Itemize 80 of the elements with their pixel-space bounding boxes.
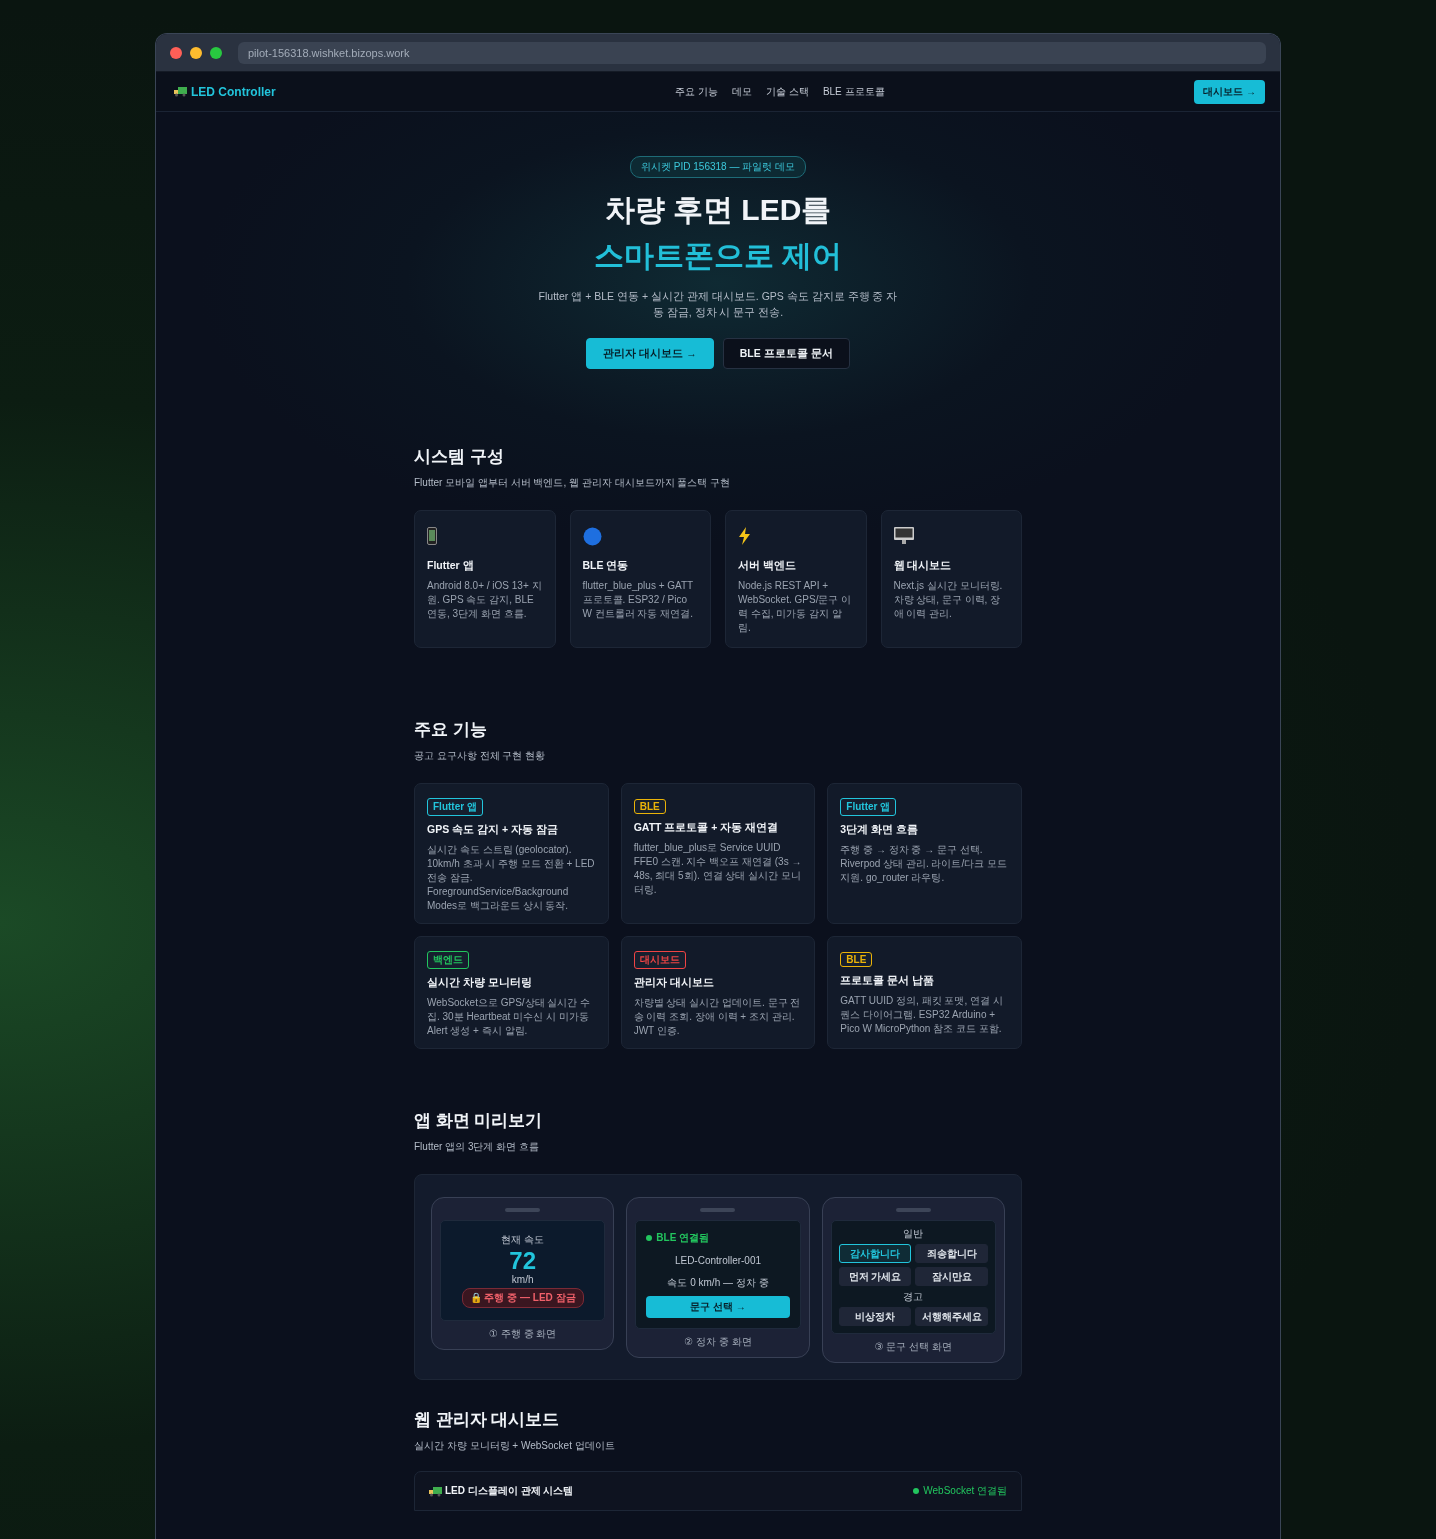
category-tag: BLE: [633, 799, 666, 814]
phone-notch: [700, 1208, 736, 1212]
card-text: Android 8.0+ / iOS 13+ 지원. GPS 속도 감지, BLE 연동, 3단계 화면 흐름.: [427, 579, 543, 621]
hero-title: 차량 후면 LED를: [604, 192, 832, 228]
minimize-icon[interactable]: [190, 46, 202, 59]
phrase-button[interactable]: 먼저 가세요: [838, 1267, 912, 1286]
group-title: 경고: [903, 1290, 924, 1304]
card-title: 웹 대시보드: [893, 559, 953, 573]
category-tag: Flutter 앱: [427, 798, 483, 816]
hero-description: Flutter 앱 + BLE 연동 + 실시간 관제 대시보드. GPS 속도 감지로 주행 중 자동 잠금, 정차 시 문구 전송.: [538, 289, 898, 320]
nav-link[interactable]: 기술 스택: [766, 84, 809, 99]
section-subtitle: Flutter 모바일 앱부터 서버 백엔드, 웹 관리자 대시보드까지 풀스택 구현: [414, 476, 732, 490]
speed-value: 72: [509, 1248, 536, 1274]
card-text: 실시간 속도 스트림 (geolocator). 10km/h 초과 시 주행 모드 전환 + LED 전송 잠금. ForegroundService/Background Modes로 백그라운드 상시 동작.: [427, 843, 596, 913]
screen-caption: ③ 문구 선택 화면: [874, 1340, 952, 1354]
card-title: Flutter 앱: [427, 559, 475, 573]
nav-link[interactable]: 주요 기능: [675, 84, 719, 99]
card-title: 3단계 화면 흐름: [840, 823, 919, 837]
phrase-button[interactable]: 죄송합니다: [915, 1244, 988, 1263]
choose-phrase-button[interactable]: 문구 선택 →: [646, 1296, 790, 1318]
card-title: 프로토콜 문서 납품: [840, 974, 936, 988]
phone-notch: [505, 1208, 541, 1212]
address-bar[interactable]: pilot-156318.wishket.bizops.work: [238, 41, 1266, 64]
dashboard-link-button[interactable]: 관리자 대시보드 →: [586, 338, 714, 369]
phrase-button[interactable]: 감사합니다: [838, 1244, 912, 1263]
card-text: GATT UUID 정의, 패킷 포맷, 연결 시퀀스 다이어그램. ESP32 Arduino + Pico W MicroPython 참조 코드 포함.: [840, 994, 1004, 1036]
truck-icon: [429, 1485, 442, 1497]
category-tag: BLE: [840, 952, 873, 967]
phrase-button[interactable]: 비상정차: [838, 1307, 912, 1326]
close-icon[interactable]: [170, 46, 182, 59]
lock-badge: 🔒 주행 중 — LED 잠금: [461, 1288, 584, 1308]
card-title: GPS 속도 감지 + 자동 잠금: [427, 823, 559, 837]
speed-label: 현재 속도: [501, 1233, 545, 1247]
card-text: Node.js REST API + WebSocket. GPS/문구 이력 수집, 미가동 감지 알림.: [738, 579, 853, 635]
project-badge: 위시켓 PID 156318 — 파일럿 데모: [630, 156, 806, 178]
phone-notch: [895, 1208, 931, 1212]
maximize-icon[interactable]: [210, 46, 222, 59]
phrase-button[interactable]: 서행해주세요: [915, 1307, 988, 1326]
group-title: 일반: [903, 1227, 924, 1241]
card-title: 서버 백엔드: [738, 559, 797, 573]
category-tag: 대시보드: [633, 951, 686, 969]
section-title: 웹 관리자 대시보드: [414, 1409, 561, 1431]
card-text: flutter_blue_plus + GATT 프로토콜. ESP32 / Pico W 컨트롤러 자동 재연결.: [582, 579, 695, 621]
card-text: Next.js 실시간 모니터링. 차량 상태, 문구 이력, 장애 이력 관리.: [893, 579, 1004, 621]
card-text: 주행 중 → 정차 중 → 문구 선택. Riverpod 상태 관리. 라이트/다크 모드 지원. go_router 라우팅.: [840, 843, 1009, 885]
nav-link[interactable]: BLE 프로토콜: [822, 84, 885, 99]
truck-icon: [174, 86, 187, 97]
category-tag: 백엔드: [427, 951, 469, 969]
card-text: 차량별 상태 실시간 업데이트. 문구 전송 이력 조회. 장애 이력 + 조치 관리. JWT 인증.: [633, 996, 802, 1038]
brand-name[interactable]: LED Controller: [191, 84, 276, 99]
docs-button[interactable]: BLE 프로토콜 문서: [722, 338, 850, 369]
phone-icon: [427, 527, 437, 545]
dashboard-button[interactable]: 대시보드 →: [1194, 79, 1265, 104]
section-subtitle: 실시간 차량 모니터링 + WebSocket 업데이트: [414, 1439, 616, 1453]
section-subtitle: 공고 요구사항 전체 구현 현황: [414, 749, 547, 763]
speed-status: 속도 0 km/h — 정차 중: [666, 1276, 770, 1290]
phrase-button[interactable]: 잠시만요: [915, 1267, 988, 1286]
monitor-icon: [893, 527, 914, 544]
screen-caption: ① 주행 중 화면: [489, 1327, 557, 1341]
circle-icon: [582, 527, 602, 546]
section-title: 앱 화면 미리보기: [414, 1110, 544, 1132]
hero-title-accent: 스마트폰으로 제어: [593, 238, 843, 274]
card-text: flutter_blue_plus로 Service UUID FFE0 스캔. 지수 백오프 재연결 (3s → 48s, 최대 5회). 연결 상태 실시간 모니터링.: [633, 841, 803, 897]
card-title: 실시간 차량 모니터링: [427, 976, 533, 990]
lightning-icon: [738, 527, 751, 545]
speed-unit: km/h: [511, 1274, 534, 1285]
category-tag: Flutter 앱: [840, 798, 897, 816]
card-text: WebSocket으로 GPS/상태 실시간 수집. 30분 Heartbeat 미수신 시 미가동 Alert 생성 + 즉시 알림.: [427, 996, 592, 1038]
section-title: 시스템 구성: [414, 446, 505, 468]
panel-title: LED 디스플레이 관제 시스템: [445, 1484, 574, 1498]
device-name: LED-Controller-001: [673, 1255, 763, 1266]
websocket-status: WebSocket 연결됨: [913, 1484, 1007, 1498]
section-subtitle: Flutter 앱의 3단계 화면 흐름: [414, 1140, 540, 1154]
screen-caption: ② 정차 중 화면: [684, 1335, 752, 1349]
card-title: GATT 프로토콜 + 자동 재연결: [633, 821, 780, 835]
nav-link[interactable]: 데모: [732, 84, 753, 99]
section-title: 주요 기능: [414, 719, 488, 741]
ble-status: BLE 연결됨: [646, 1231, 790, 1245]
card-title: BLE 연동: [582, 559, 630, 573]
card-title: 관리자 대시보드: [633, 976, 715, 990]
